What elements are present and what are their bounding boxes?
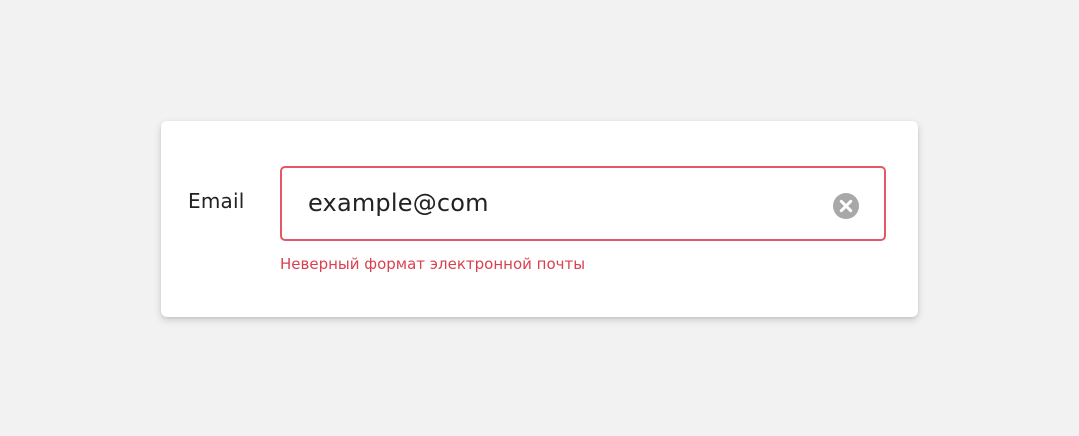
email-input-value[interactable]: example@com — [308, 189, 489, 217]
close-circle-icon-graphic — [833, 193, 859, 219]
email-label: Email — [188, 189, 245, 213]
email-error-message: Неверный формат электронной почты — [280, 255, 586, 273]
email-form-card: Email example@com Неверный формат электр… — [161, 121, 918, 317]
clear-icon[interactable] — [833, 193, 859, 219]
email-field[interactable]: example@com — [280, 166, 886, 241]
